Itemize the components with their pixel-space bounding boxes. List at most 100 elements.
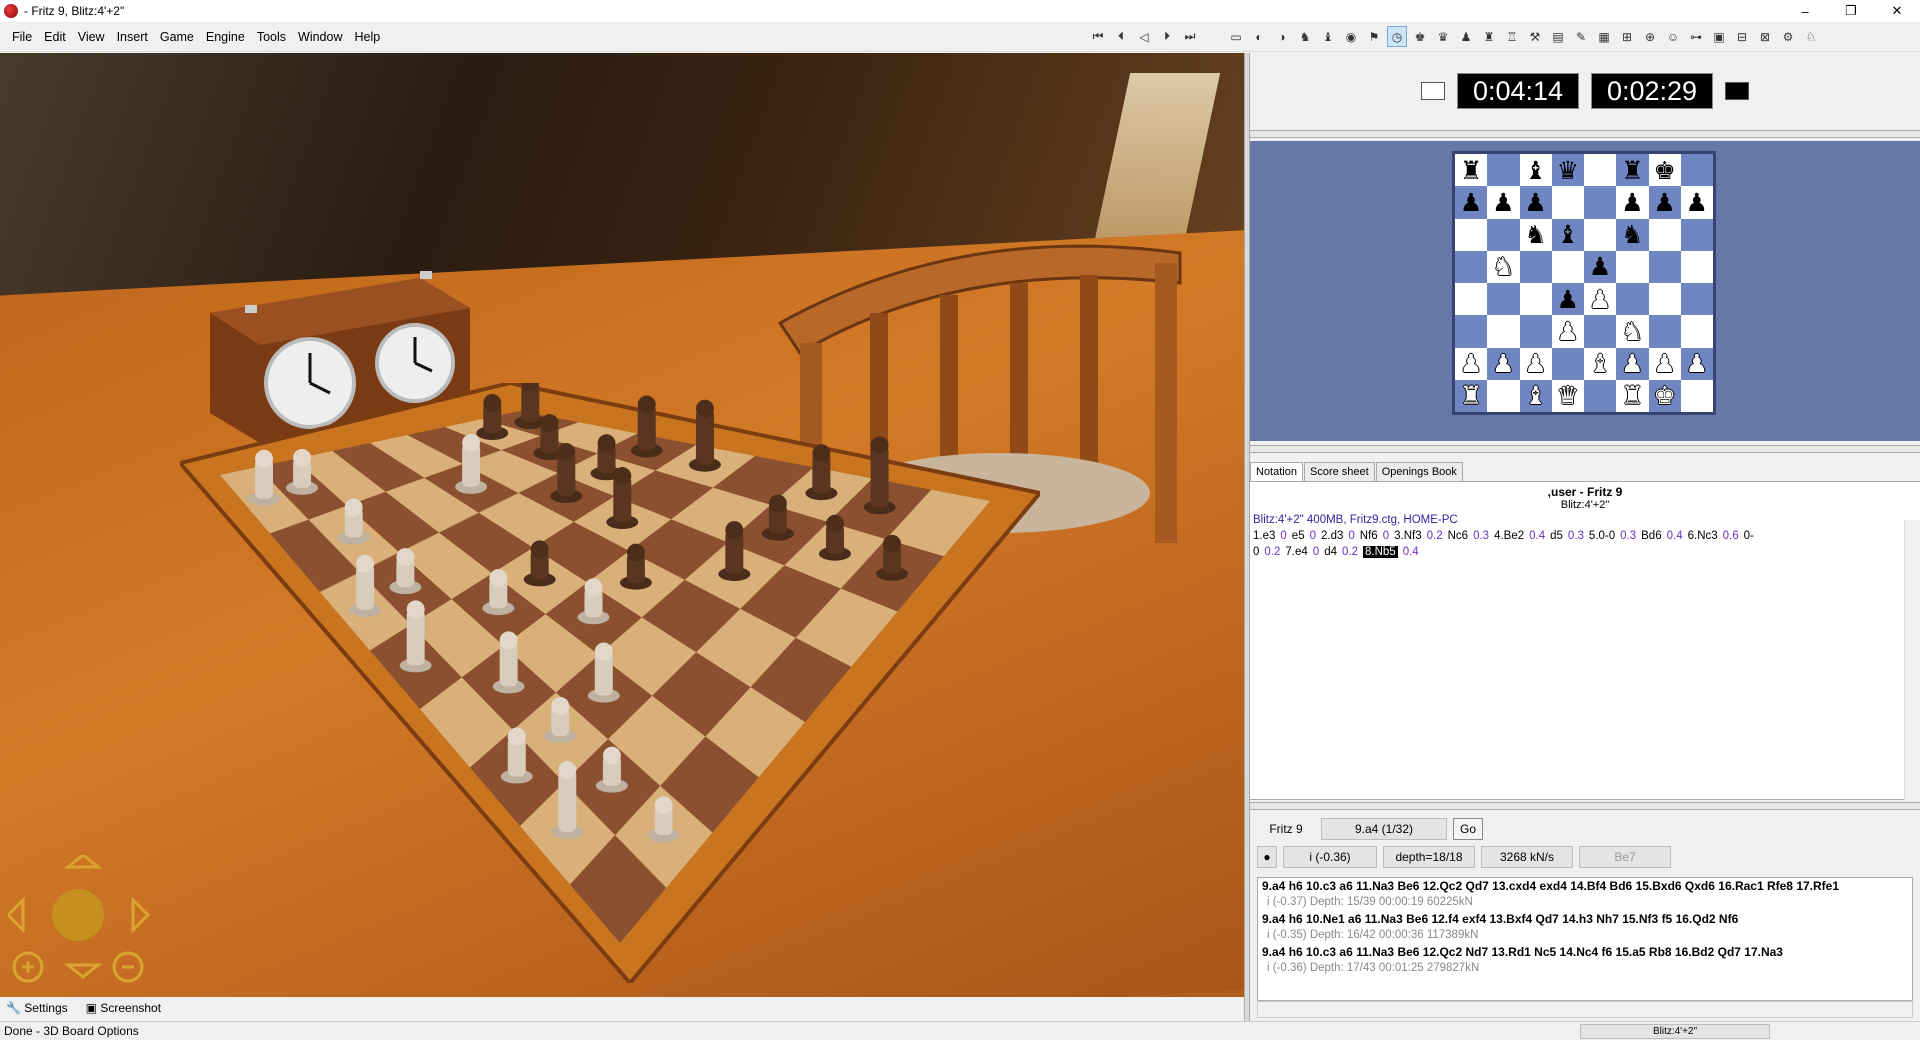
table-icon[interactable]: ⊞ xyxy=(1617,26,1637,47)
square-g7[interactable]: ♟ xyxy=(1648,186,1681,219)
engine-pv-line[interactable]: 9.a4 h6 10.Ne1 a6 11.Na3 Be6 12.f4 exf4 … xyxy=(1258,911,1912,927)
square-h4[interactable] xyxy=(1680,283,1713,316)
menu-view[interactable]: View xyxy=(72,28,111,46)
move[interactable]: e5 xyxy=(1292,530,1305,542)
settings-link[interactable]: 🔧 Settings xyxy=(6,1001,68,1015)
2d-chessboard[interactable]: ♜ ♝ ♛ ♜ ♚ ♟ ♟ ♟ ♟ ♟ ♟ ♞ ♝ ♞ ♞ ♟ ♟ ♟ ♟ ♞ ♟ ♟ ♟ ♝ ♟ ♟ ♟ ♜ ♝ ♛ ♜ ♚ xyxy=(1452,151,1716,415)
square-c2[interactable]: ♟ xyxy=(1519,347,1552,380)
square-h8[interactable] xyxy=(1680,154,1713,187)
square-c8[interactable]: ♝ xyxy=(1519,154,1552,187)
square-d3[interactable]: ♟ xyxy=(1551,315,1584,348)
square-g3[interactable] xyxy=(1648,315,1681,348)
horizontal-splitter[interactable] xyxy=(1250,445,1920,453)
grid-icon[interactable]: ⊠ xyxy=(1755,26,1775,47)
menu-window[interactable]: Window xyxy=(292,28,348,46)
menu-engine[interactable]: Engine xyxy=(200,28,251,46)
square-b7[interactable]: ♟ xyxy=(1487,186,1520,219)
trophy-icon[interactable]: ♜ xyxy=(1479,26,1499,47)
square-c5[interactable] xyxy=(1519,250,1552,283)
square-h5[interactable] xyxy=(1680,250,1713,283)
notation-scrollbar[interactable] xyxy=(1904,520,1920,800)
screenshot-link[interactable]: ▣ Screenshot xyxy=(86,1001,161,1015)
square-f4[interactable] xyxy=(1616,283,1649,316)
move[interactable]: 5.0-0 xyxy=(1589,530,1615,542)
square-f2[interactable]: ♟ xyxy=(1616,347,1649,380)
hint-icon[interactable]: ◑ xyxy=(1272,26,1292,47)
square-c6[interactable]: ♞ xyxy=(1519,218,1552,251)
move[interactable]: Nc6 xyxy=(1448,530,1468,542)
prev-move-icon[interactable]: ⏴ xyxy=(1111,26,1131,47)
square-h2[interactable]: ♟ xyxy=(1680,347,1713,380)
book-icon[interactable]: ▤ xyxy=(1548,26,1568,47)
square-c1[interactable]: ♝ xyxy=(1519,379,1552,412)
square-c4[interactable] xyxy=(1519,283,1552,316)
square-b4[interactable] xyxy=(1487,283,1520,316)
square-d2[interactable] xyxy=(1551,347,1584,380)
square-d6[interactable]: ♝ xyxy=(1551,218,1584,251)
square-b1[interactable] xyxy=(1487,379,1520,412)
move[interactable]: 3.Nf3 xyxy=(1394,530,1422,542)
square-e6[interactable] xyxy=(1584,218,1617,251)
square-a2[interactable]: ♟ xyxy=(1455,347,1488,380)
square-a4[interactable] xyxy=(1455,283,1488,316)
king-icon[interactable]: ♚ xyxy=(1410,26,1430,47)
square-b5[interactable]: ♞ xyxy=(1487,250,1520,283)
square-a1[interactable]: ♜ xyxy=(1455,379,1488,412)
pen-icon[interactable]: ✎ xyxy=(1571,26,1591,47)
menu-tools[interactable]: Tools xyxy=(251,28,292,46)
square-e4[interactable]: ♟ xyxy=(1584,283,1617,316)
engine-pv-line[interactable]: 9.a4 h6 10.c3 a6 11.Na3 Be6 12.Qc2 Qd7 1… xyxy=(1258,878,1912,894)
square-f8[interactable]: ♜ xyxy=(1616,154,1649,187)
horizontal-splitter[interactable] xyxy=(1250,802,1920,810)
square-d8[interactable]: ♛ xyxy=(1551,154,1584,187)
gear-icon[interactable]: ⚙ xyxy=(1778,26,1798,47)
move[interactable]: 6.Nc3 xyxy=(1688,530,1718,542)
square-d5[interactable] xyxy=(1551,250,1584,283)
square-d4[interactable]: ♟ xyxy=(1551,283,1584,316)
square-g4[interactable] xyxy=(1648,283,1681,316)
engine-go-button[interactable]: Go xyxy=(1453,818,1483,840)
database-icon[interactable]: ⊕ xyxy=(1640,26,1660,47)
3d-navigation-control[interactable] xyxy=(8,855,158,985)
last-move-icon[interactable]: ⏭ xyxy=(1180,26,1200,47)
move[interactable]: Bd6 xyxy=(1641,530,1661,542)
square-g5[interactable] xyxy=(1648,250,1681,283)
square-h7[interactable]: ♟ xyxy=(1680,186,1713,219)
tools-icon[interactable]: ⚒ xyxy=(1525,26,1545,47)
square-f5[interactable] xyxy=(1616,250,1649,283)
menu-edit[interactable]: Edit xyxy=(38,28,72,46)
move[interactable]: 1.e3 xyxy=(1253,530,1275,542)
square-e3[interactable] xyxy=(1584,315,1617,348)
flag-icon[interactable]: ⚑ xyxy=(1364,26,1384,47)
square-g6[interactable] xyxy=(1648,218,1681,251)
square-f6[interactable]: ♞ xyxy=(1616,218,1649,251)
engine-hscrollbar[interactable] xyxy=(1257,1001,1913,1018)
next-move-icon[interactable]: ⏵ xyxy=(1157,26,1177,47)
square-c3[interactable] xyxy=(1519,315,1552,348)
square-e7[interactable] xyxy=(1584,186,1617,219)
square-c7[interactable]: ♟ xyxy=(1519,186,1552,219)
square-h1[interactable] xyxy=(1680,379,1713,412)
move[interactable]: d4 xyxy=(1324,546,1337,558)
move[interactable]: 7.e4 xyxy=(1285,546,1307,558)
square-h6[interactable] xyxy=(1680,218,1713,251)
tab-notation[interactable]: Notation xyxy=(1250,462,1303,481)
square-a7[interactable]: ♟ xyxy=(1455,186,1488,219)
move[interactable]: 8.Nb5 xyxy=(1363,546,1398,558)
engine-lines[interactable]: 9.a4 h6 10.c3 a6 11.Na3 Be6 12.Qc2 Qd7 1… xyxy=(1257,877,1913,1001)
new-game-icon[interactable]: ▭ xyxy=(1226,26,1246,47)
square-b8[interactable] xyxy=(1487,154,1520,187)
clock-icon[interactable]: ◷ xyxy=(1387,26,1407,47)
layout-icon[interactable]: ⊟ xyxy=(1732,26,1752,47)
square-f1[interactable]: ♜ xyxy=(1616,379,1649,412)
menu-game[interactable]: Game xyxy=(154,28,200,46)
square-b6[interactable] xyxy=(1487,218,1520,251)
square-e5[interactable]: ♟ xyxy=(1584,250,1617,283)
piece-set-icon[interactable]: ♘ xyxy=(1801,26,1821,47)
tab-openings-book[interactable]: Openings Book xyxy=(1375,462,1463,481)
horizontal-splitter[interactable] xyxy=(1250,130,1920,138)
pawn-icon[interactable]: ♟ xyxy=(1456,26,1476,47)
square-a3[interactable] xyxy=(1455,315,1488,348)
move[interactable]: 2.d3 xyxy=(1321,530,1343,542)
people-icon[interactable]: ☺ xyxy=(1663,26,1683,47)
